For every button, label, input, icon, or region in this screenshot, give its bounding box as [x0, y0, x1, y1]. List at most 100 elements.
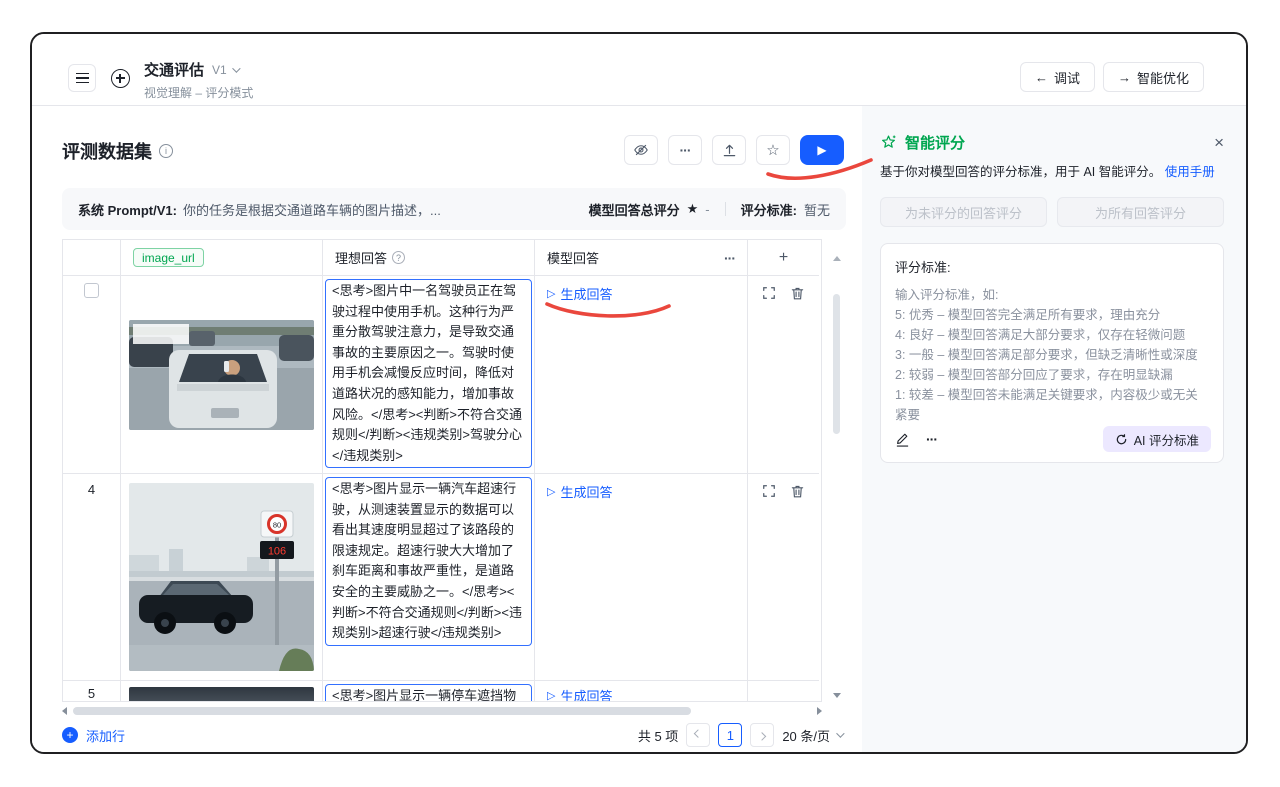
- system-prompt-bar[interactable]: 系统 Prompt/V1:你的任务是根据交通道路车辆的图片描述，... 模型回答…: [62, 188, 846, 230]
- system-prompt-text: 系统 Prompt/V1:你的任务是根据交通道路车辆的图片描述，...: [78, 200, 589, 219]
- scroll-up-arrow[interactable]: [833, 256, 841, 261]
- scroll-down-arrow[interactable]: [833, 693, 841, 698]
- row-checkbox[interactable]: [84, 283, 99, 298]
- trash-icon: [790, 286, 805, 301]
- speed-limit-text: 80: [273, 521, 281, 530]
- column-more-icon[interactable]: ···: [724, 250, 735, 266]
- scroll-right-arrow[interactable]: [817, 707, 822, 715]
- expand-icon: [762, 484, 776, 498]
- next-page-button[interactable]: [750, 723, 774, 747]
- page-subtitle: 视觉理解 – 评分模式: [144, 84, 253, 101]
- app-window: 交通评估 V1 视觉理解 – 评分模式 ← 调试 → 智能优化: [30, 32, 1248, 754]
- ai-refresh-icon: [1115, 433, 1128, 446]
- smart-optimize-button[interactable]: → 智能优化: [1103, 62, 1204, 92]
- right-arrow-icon: →: [1118, 70, 1131, 85]
- divider: [725, 202, 726, 216]
- total-count: 共 5 项: [638, 726, 678, 745]
- eye-off-icon: [633, 142, 649, 158]
- page-number-button[interactable]: 1: [718, 723, 742, 747]
- criteria-label: 评分标准:: [741, 200, 797, 219]
- header-ideal-answer[interactable]: 理想回答 ?: [323, 240, 535, 276]
- generate-answer-link[interactable]: ▷ 生成回答: [547, 686, 612, 702]
- row-image-thumbnail-speeding-car[interactable]: 80 106: [129, 483, 314, 671]
- panel-description: 基于你对模型回答的评分标准，用于 AI 智能评分。 使用手册: [880, 163, 1224, 182]
- version-selector[interactable]: V1: [212, 63, 238, 77]
- score-unscored-button[interactable]: 为未评分的回答评分: [880, 197, 1047, 227]
- dataset-title: 评测数据集: [62, 138, 152, 164]
- expand-icon: [762, 286, 776, 300]
- scroll-thumb[interactable]: [833, 294, 840, 434]
- pagination: 共 5 项 1 20 条/页: [638, 723, 842, 747]
- debug-button[interactable]: ← 调试: [1020, 62, 1095, 92]
- user-manual-link[interactable]: 使用手册: [1165, 165, 1215, 179]
- model-answer-cell: ▷ 生成回答: [535, 474, 748, 681]
- scroll-track[interactable]: [71, 707, 813, 715]
- panel-header: 智能评分 ×: [880, 132, 1224, 153]
- edit-criteria-button[interactable]: [895, 432, 910, 447]
- criteria-value: 暂无: [804, 200, 830, 219]
- row-image-cell: [121, 681, 323, 702]
- score-all-button[interactable]: 为所有回答评分: [1057, 197, 1224, 227]
- plus-icon: +: [779, 249, 788, 267]
- delete-row-button[interactable]: [790, 286, 805, 301]
- criteria-placeholder-line: 3: 一般 – 模型回答满足部分要求，但缺乏清晰性或深度: [895, 345, 1209, 365]
- chevron-down-icon: [232, 64, 240, 72]
- create-new-icon[interactable]: [111, 69, 130, 88]
- page-size-selector[interactable]: 20 条/页: [782, 726, 842, 745]
- delete-row-button[interactable]: [790, 484, 805, 499]
- ideal-answer-editor[interactable]: <思考>图片显示一辆停车遮挡物: [325, 684, 532, 702]
- speed-display-text: 106: [268, 546, 286, 558]
- generate-answer-label: 生成回答: [560, 686, 612, 702]
- criteria-more-button[interactable]: ···: [926, 431, 937, 447]
- scroll-thumb[interactable]: [73, 707, 691, 715]
- more-actions-button[interactable]: ···: [668, 135, 702, 165]
- dataset-toolbar: ··· ☆ ▶: [624, 135, 844, 165]
- criteria-placeholder-line: 1: 较差 – 模型回答未能满足关键要求，内容极少或无关紧要: [895, 385, 1209, 425]
- expand-row-button[interactable]: [762, 286, 776, 300]
- hamburger-icon: [76, 73, 89, 84]
- generate-answer-label: 生成回答: [560, 482, 612, 501]
- upload-button[interactable]: [712, 135, 746, 165]
- total-score-value: -: [705, 202, 709, 217]
- header-model-answer[interactable]: 模型回答 ···: [535, 240, 748, 276]
- ai-criteria-label: AI 评分标准: [1134, 430, 1199, 449]
- menu-button[interactable]: [68, 64, 96, 92]
- model-answer-cell: ▷ 生成回答: [535, 681, 748, 702]
- chevron-left-icon: [694, 729, 702, 737]
- scroll-left-arrow[interactable]: [62, 707, 67, 715]
- header-image-url[interactable]: image_url: [121, 240, 323, 276]
- run-all-button[interactable]: ▶: [800, 135, 844, 165]
- optimize-label: 智能优化: [1137, 68, 1189, 87]
- dataset-title-row: 评测数据集 i: [62, 138, 173, 164]
- criteria-editor[interactable]: 评分标准: 输入评分标准，如: 5: 优秀 – 模型回答完全满足所有要求，理由充…: [880, 243, 1224, 463]
- header-index-cell: [63, 240, 121, 276]
- criteria-footer: ··· AI 评分标准: [895, 426, 1211, 452]
- hide-columns-button[interactable]: [624, 135, 658, 165]
- add-column-button[interactable]: +: [748, 240, 819, 276]
- ideal-answer-editor[interactable]: <思考>图片中一名驾驶员正在驾驶过程中使用手机。这种行为严重分散驾驶注意力，是导…: [325, 279, 532, 468]
- favorite-button[interactable]: ☆: [756, 135, 790, 165]
- criteria-editor-label: 评分标准:: [895, 257, 1209, 276]
- ideal-answer-editor[interactable]: <思考>图片显示一辆汽车超速行驶，从测速装置显示的数据可以看出其速度明显超过了该…: [325, 477, 532, 646]
- chevron-right-icon: [758, 732, 766, 740]
- left-arrow-icon: ←: [1035, 70, 1048, 85]
- row-actions-cell: [748, 276, 819, 474]
- prev-page-button[interactable]: [686, 723, 710, 747]
- row-image-thumbnail[interactable]: [129, 687, 314, 702]
- close-icon[interactable]: ×: [1214, 134, 1224, 151]
- criteria-placeholder-line: 5: 优秀 – 模型回答完全满足所有要求，理由充分: [895, 305, 1209, 325]
- add-row-button[interactable]: + 添加行: [62, 726, 125, 745]
- question-icon: ?: [392, 251, 405, 264]
- ideal-answer-cell: <思考>图片显示一辆汽车超速行驶，从测速装置显示的数据可以看出其速度明显超过了该…: [323, 474, 535, 681]
- system-prompt-label: 系统 Prompt/V1:: [78, 203, 177, 218]
- row-image-cell: 80 106: [121, 474, 323, 681]
- row-actions-cell: [748, 474, 819, 681]
- generate-answer-link[interactable]: ▷ 生成回答: [547, 482, 612, 501]
- row-index-cell: 5: [63, 681, 121, 702]
- ai-criteria-button[interactable]: AI 评分标准: [1103, 426, 1211, 452]
- generate-answer-link[interactable]: ▷ 生成回答: [547, 284, 612, 303]
- pencil-icon: [895, 432, 910, 447]
- row-image-thumbnail-driver-phone[interactable]: [129, 320, 314, 430]
- generate-play-icon: ▷: [547, 689, 555, 702]
- expand-row-button[interactable]: [762, 484, 776, 498]
